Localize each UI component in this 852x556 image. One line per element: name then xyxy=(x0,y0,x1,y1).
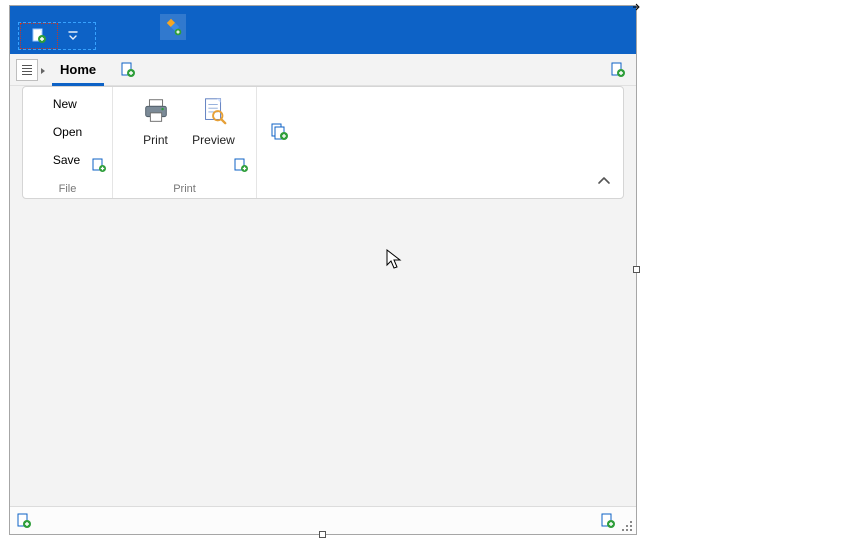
collapse-ribbon-button[interactable] xyxy=(597,174,611,188)
file-save-button[interactable]: Save xyxy=(53,153,80,167)
preview-button-label: Preview xyxy=(192,133,235,147)
form-client-area xyxy=(10,201,636,504)
group-file: New Open Save File xyxy=(23,87,113,198)
title-bar xyxy=(10,6,636,54)
quick-access-toolbar xyxy=(18,22,96,50)
add-page-group-button[interactable] xyxy=(271,123,289,141)
print-group-add-item[interactable] xyxy=(232,156,250,174)
qat-add-button[interactable] xyxy=(20,23,58,49)
status-bar xyxy=(10,506,636,534)
group-caption-file: File xyxy=(59,183,77,198)
tabstrip-add-button-right[interactable] xyxy=(606,58,630,82)
resize-handle-bottom[interactable] xyxy=(319,531,326,538)
print-button-label: Print xyxy=(143,133,168,147)
ribbon-tab-strip: Home xyxy=(10,54,636,86)
move-tick-icon xyxy=(632,1,642,15)
preview-button[interactable]: Preview xyxy=(191,93,237,147)
application-button-placeholder[interactable] xyxy=(16,59,38,81)
ribbon-body: New Open Save File Print xyxy=(22,86,624,199)
component-tray-glyph[interactable] xyxy=(160,14,186,40)
tab-home[interactable]: Home xyxy=(46,54,110,86)
file-new-button[interactable]: New xyxy=(53,95,77,113)
print-preview-icon xyxy=(198,95,230,127)
add-tab-button[interactable] xyxy=(116,58,140,82)
resize-handle-right[interactable] xyxy=(633,266,640,273)
statusbar-add-right[interactable] xyxy=(600,513,616,529)
group-caption-print: Print xyxy=(173,183,196,198)
qat-customize-dropdown[interactable] xyxy=(58,23,88,49)
size-grip-icon[interactable] xyxy=(623,522,633,532)
group-print: Print Preview Print xyxy=(113,87,257,198)
file-group-add-item[interactable] xyxy=(90,156,108,174)
print-button[interactable]: Print xyxy=(133,93,179,147)
statusbar-add-left[interactable] xyxy=(16,513,32,529)
file-open-button[interactable]: Open xyxy=(53,123,82,141)
group-empty-area xyxy=(257,87,623,198)
printer-icon xyxy=(140,95,172,127)
ribbon-form-designer: Home New Open Save File xyxy=(9,5,637,535)
